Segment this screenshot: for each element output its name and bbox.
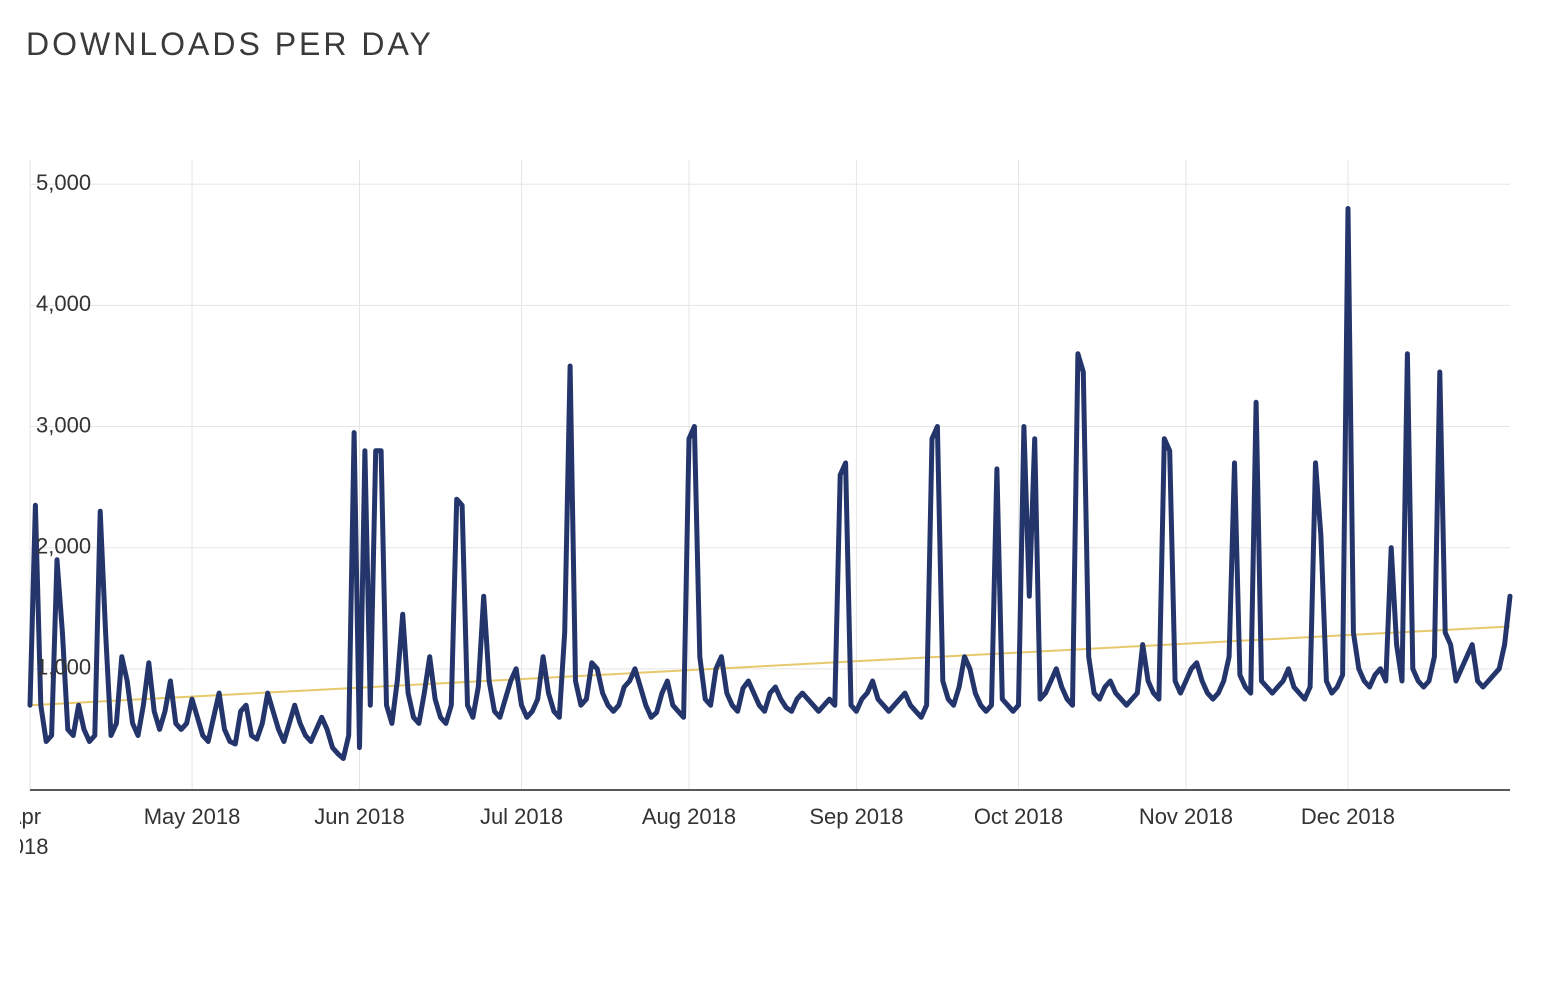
svg-text:Sep 2018: Sep 2018 xyxy=(809,804,903,829)
svg-text:5,000: 5,000 xyxy=(36,170,91,195)
svg-text:Dec 2018: Dec 2018 xyxy=(1301,804,1395,829)
svg-text:1,000: 1,000 xyxy=(36,655,91,680)
svg-text:Nov 2018: Nov 2018 xyxy=(1139,804,1233,829)
svg-text:2018: 2018 xyxy=(20,834,48,859)
svg-text:Jun 2018: Jun 2018 xyxy=(314,804,405,829)
svg-text:May 2018: May 2018 xyxy=(144,804,241,829)
chart-panel: DOWNLOADS PER DAY 1,000 2,000 3,000 4,000 5,… xyxy=(0,0,1557,1003)
svg-text:Aug 2018: Aug 2018 xyxy=(642,804,736,829)
svg-text:4,000: 4,000 xyxy=(36,291,91,316)
svg-text:3,000: 3,000 xyxy=(36,412,91,437)
line-chart-svg: 1,000 2,000 3,000 4,000 5,000 Apr 2018 May 2018… xyxy=(20,150,1520,970)
svg-text:Oct 2018: Oct 2018 xyxy=(974,804,1063,829)
chart-plot-area: 1,000 2,000 3,000 4,000 5,000 Apr 2018 May 2018… xyxy=(20,150,1520,870)
svg-text:Apr: Apr xyxy=(20,804,41,829)
svg-text:Jul 2018: Jul 2018 xyxy=(480,804,563,829)
svg-text:2,000: 2,000 xyxy=(36,534,91,559)
chart-title: DOWNLOADS PER DAY xyxy=(26,26,1527,63)
